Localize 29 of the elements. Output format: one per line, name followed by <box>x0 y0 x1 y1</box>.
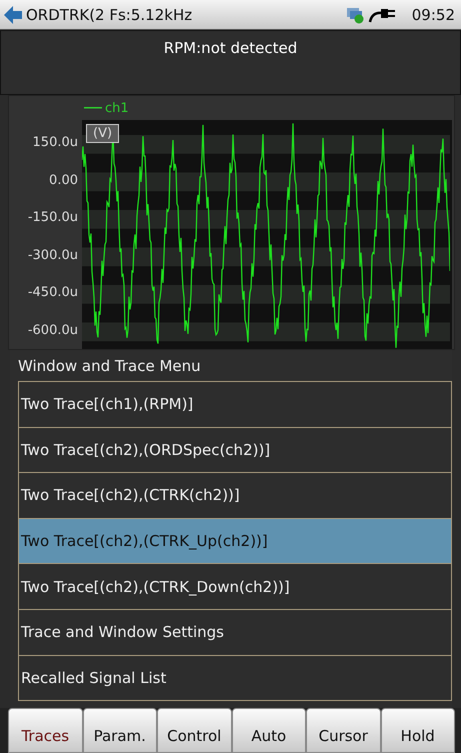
menu-item[interactable]: Trace and Window Settings <box>18 608 452 656</box>
y-axis-label: 150.0u <box>32 134 79 152</box>
softkey-button[interactable]: Hold <box>380 708 455 753</box>
menu-item[interactable]: Two Trace[(ch1),(RPM)] <box>18 381 452 428</box>
menu-item[interactable]: Two Trace[(ch2),(CTRK_Down(ch2))] <box>18 563 452 610</box>
menu-item[interactable]: Two Trace[(ch2),(ORDSpec(ch2))] <box>18 426 452 474</box>
back-arrow-icon[interactable] <box>4 6 22 24</box>
softkey-button[interactable]: Control <box>157 708 232 753</box>
menu-item[interactable]: Two Trace[(ch2),(CTRK_Up(ch2))] <box>18 518 452 564</box>
softkey-button[interactable]: Auto <box>232 708 306 753</box>
window-title: ORDTRK(2 Fs:5.12kHz <box>26 6 194 24</box>
y-axis-label: -600.0u <box>26 322 79 340</box>
menu-item[interactable]: Two Trace[(ch2),(CTRK(ch2))] <box>18 472 452 519</box>
y-axis-label: 0.00 <box>48 172 79 190</box>
y-axis-label: -450.0u <box>26 284 79 302</box>
network-icon <box>346 6 364 24</box>
menu-item[interactable]: Recalled Signal List <box>18 654 452 702</box>
power-plug-icon <box>368 6 398 22</box>
legend-label: ch1 <box>105 100 129 116</box>
y-axis-label: -150.0u <box>26 209 79 228</box>
menu-title: Window and Trace Menu <box>17 356 202 377</box>
legend-line-icon <box>84 106 102 110</box>
unit-button[interactable]: (V) <box>86 124 120 143</box>
softkey-button[interactable]: Cursor <box>306 708 380 753</box>
softkey-button[interactable]: Traces <box>8 708 82 753</box>
rpm-status: RPM:not detected <box>164 39 298 59</box>
clock-time: 09:52 <box>412 6 455 24</box>
y-axis-label: -300.0u <box>26 246 79 265</box>
softkey-button[interactable]: Param. <box>82 708 157 753</box>
